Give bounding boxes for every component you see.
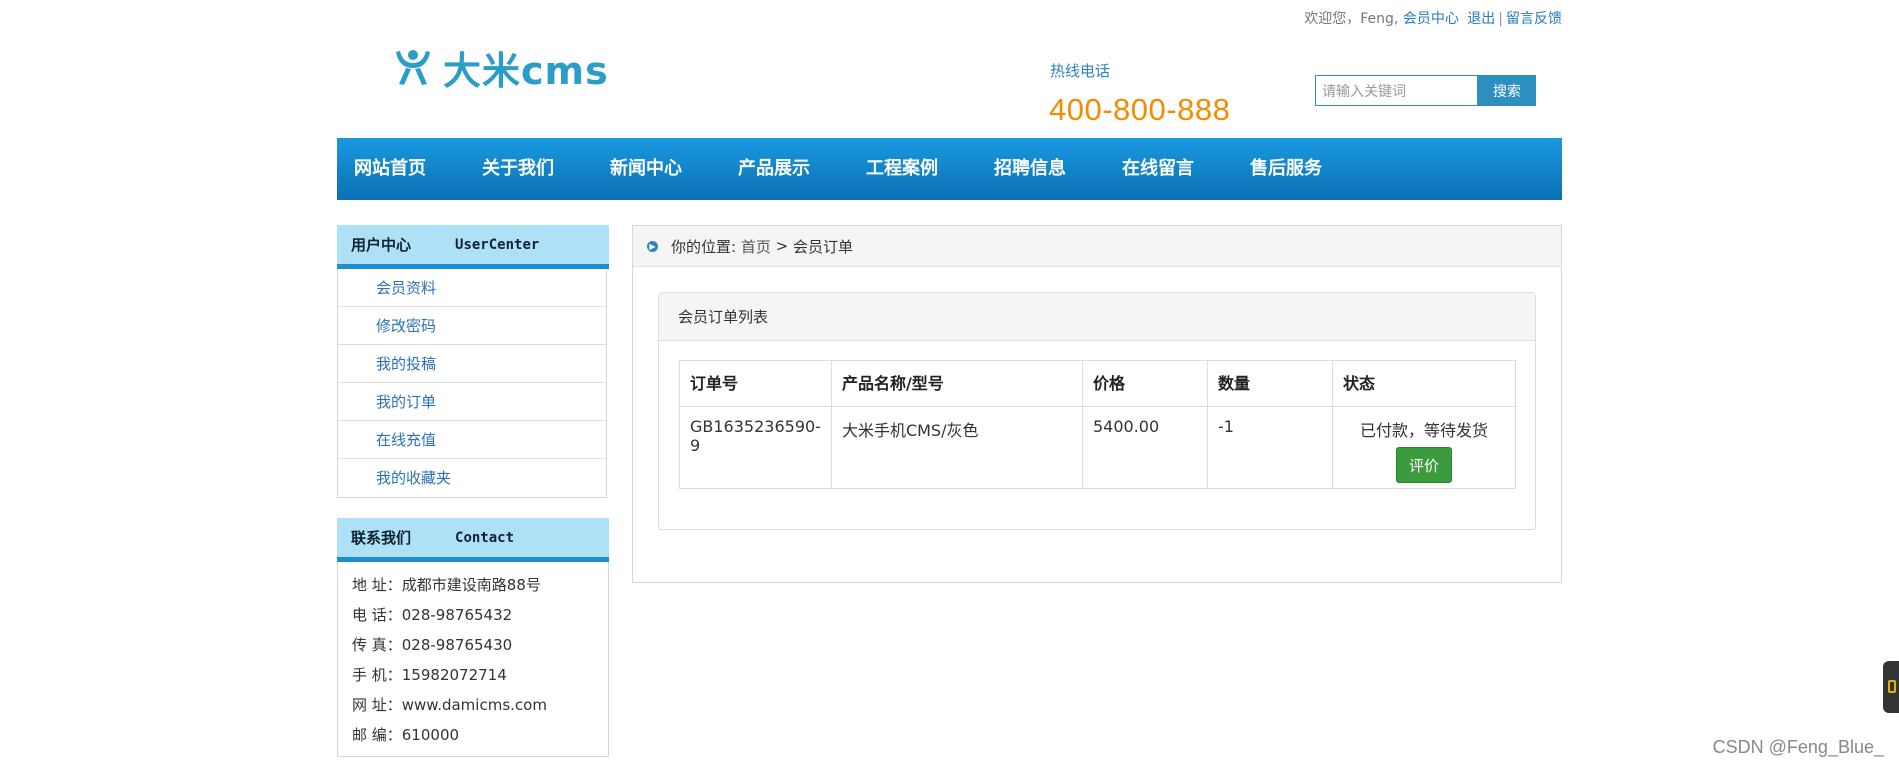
nav-service[interactable]: 售后服务 — [1250, 138, 1322, 200]
sidebar-item-favorites[interactable]: 我的收藏夹 — [338, 459, 606, 497]
table-row: GB1635236590-9 大米手机CMS/灰色 5400.00 -1 已付款… — [679, 406, 1517, 489]
product-cell: 大米手机CMS/灰色 — [830, 406, 1083, 489]
review-button[interactable]: 评价 — [1395, 447, 1452, 483]
qty-cell: -1 — [1206, 406, 1333, 489]
main-nav: 网站首页 关于我们 新闻中心 产品展示 工程案例 招聘信息 在线留言 售后服务 — [337, 138, 1562, 200]
status-cell: 已付款，等待发货 评价 — [1331, 406, 1517, 489]
order-no-cell: GB1635236590-9 — [679, 406, 832, 489]
order-list-title: 会员订单列表 — [659, 293, 1535, 341]
contact-fax: 传 真：028-98765430 — [352, 636, 513, 654]
contact-title-cn: 联系我们 — [351, 529, 412, 547]
breadcrumb-label: 你的位置: — [671, 237, 737, 256]
logo-text: 大米cms — [443, 48, 609, 93]
col-qty: 数量 — [1206, 360, 1333, 407]
contact-mobile: 手 机：15982072714 — [352, 666, 507, 684]
sidebar-item-profile[interactable]: 会员资料 — [338, 269, 606, 307]
nav-products[interactable]: 产品展示 — [738, 138, 810, 200]
sidebar-item-recharge[interactable]: 在线充值 — [338, 421, 606, 459]
contact-title: 联系我们 Contact — [337, 518, 609, 562]
contact-website: 网 址：www.damicms.com — [352, 696, 547, 714]
order-status-text: 已付款，等待发货 — [1359, 421, 1488, 440]
breadcrumb-current: 会员订单 — [793, 237, 854, 256]
user-center-title-en: UserCenter — [455, 236, 540, 253]
col-price: 价格 — [1081, 360, 1208, 407]
order-table: 订单号 产品名称/型号 价格 数量 状态 GB1635236590-9 大米手机… — [679, 360, 1517, 489]
sidebar-item-my-submissions[interactable]: 我的投稿 — [338, 345, 606, 383]
contact-title-en: Contact — [455, 529, 515, 546]
nav-news[interactable]: 新闻中心 — [610, 138, 682, 200]
contact-box: 联系我们 Contact 地 址：成都市建设南路88号 电 话：028-9876… — [337, 518, 609, 757]
welcome-text: 欢迎您，Feng, — [1304, 11, 1399, 27]
hotline-number: 400-800-888 — [1049, 92, 1231, 127]
feedback-link[interactable]: 留言反馈 — [1506, 11, 1562, 27]
nav-home[interactable]: 网站首页 — [354, 138, 426, 200]
search-button[interactable]: 搜索 — [1478, 75, 1536, 106]
nav-jobs[interactable]: 招聘信息 — [994, 138, 1066, 200]
contact-info: 地 址：成都市建设南路88号 电 话：028-98765432 传 真：028-… — [337, 562, 609, 757]
floating-side-widget[interactable] — [1883, 661, 1899, 713]
sidebar-item-change-password[interactable]: 修改密码 — [338, 307, 606, 345]
member-center-link[interactable]: 会员中心 — [1403, 11, 1459, 27]
page: 欢迎您，Feng, 会员中心 退出 | 留言反馈 大米cms 热线电话 400-80… — [337, 0, 1562, 771]
watermark-text: CSDN @Feng_Blue_ — [1712, 737, 1884, 757]
order-list-panel: 会员订单列表 订单号 产品名称/型号 价格 数量 状态 GB1635236590… — [658, 292, 1536, 530]
arrow-right-circle-icon: ▶ — [647, 240, 658, 252]
user-center-title-cn: 用户中心 — [351, 236, 412, 254]
col-status: 状态 — [1331, 360, 1517, 407]
breadcrumb-separator: > — [775, 237, 789, 255]
col-product: 产品名称/型号 — [830, 360, 1083, 407]
logout-link[interactable]: 退出 — [1467, 11, 1495, 27]
site-logo[interactable]: 大米cms — [393, 44, 609, 93]
user-center-box: 用户中心 UserCenter 会员资料 修改密码 我的投稿 我的订单 在线充值… — [337, 225, 609, 498]
search-bar: 搜索 — [1315, 75, 1536, 106]
user-center-title: 用户中心 UserCenter — [337, 225, 609, 269]
contact-phone: 电 话：028-98765432 — [352, 606, 513, 624]
hotline-label: 热线电话 — [1050, 62, 1111, 80]
breadcrumb-home-link[interactable]: 首页 — [741, 236, 771, 257]
top-user-bar: 欢迎您，Feng, 会员中心 退出 | 留言反馈 — [1304, 8, 1562, 28]
breadcrumb: ▶ 你的位置: 首页 > 会员订单 — [633, 226, 1561, 267]
nav-cases[interactable]: 工程案例 — [866, 138, 938, 200]
col-order-no: 订单号 — [679, 360, 832, 407]
clipboard-icon — [1888, 680, 1896, 693]
main-content: ▶ 你的位置: 首页 > 会员订单 会员订单列表 订单号 产品名称/型号 价格 … — [632, 225, 1562, 583]
contact-postcode: 邮 编：610000 — [352, 726, 460, 744]
damicms-logo-icon — [396, 50, 430, 85]
nav-message[interactable]: 在线留言 — [1122, 138, 1194, 200]
topbar-separator: | — [1498, 11, 1503, 27]
user-center-menu: 会员资料 修改密码 我的投稿 我的订单 在线充值 我的收藏夹 — [337, 269, 607, 498]
table-header-row: 订单号 产品名称/型号 价格 数量 状态 — [679, 360, 1517, 407]
nav-about[interactable]: 关于我们 — [482, 138, 554, 200]
search-input[interactable] — [1315, 75, 1478, 106]
contact-address: 地 址：成都市建设南路88号 — [352, 576, 541, 594]
price-cell: 5400.00 — [1081, 406, 1208, 489]
sidebar-item-my-orders[interactable]: 我的订单 — [338, 383, 606, 421]
